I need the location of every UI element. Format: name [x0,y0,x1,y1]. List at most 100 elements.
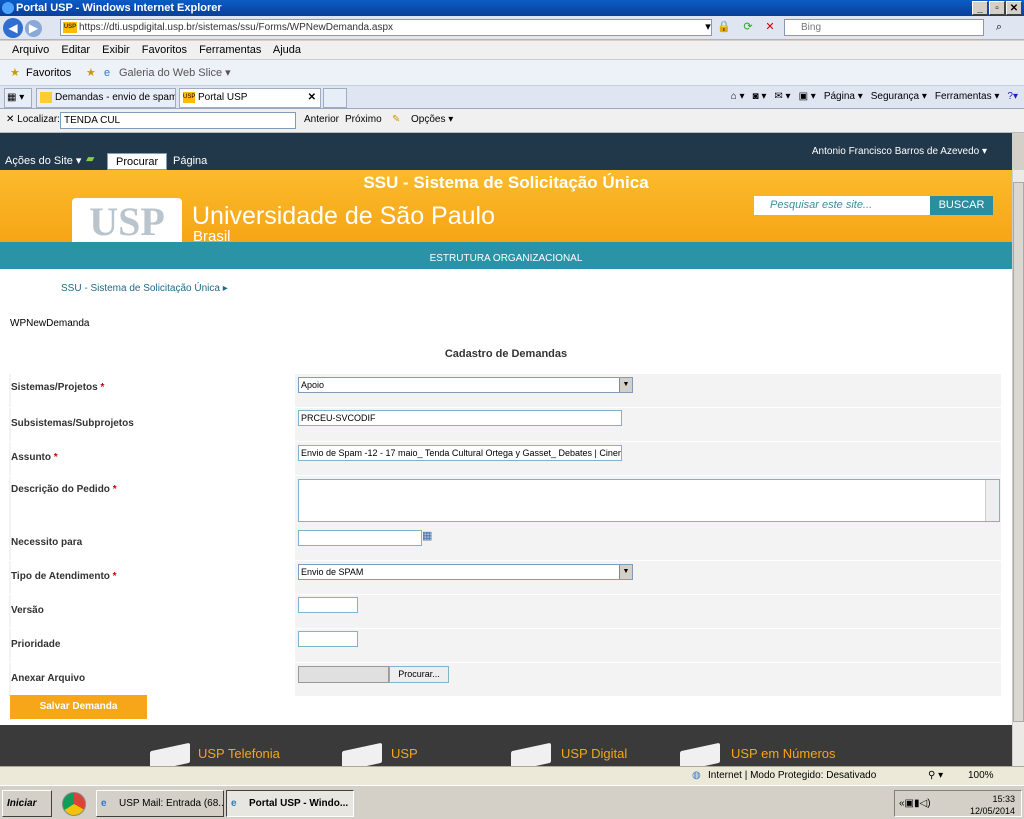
favorites-star-icon: ★ [10,67,20,79]
start-button[interactable]: Iniciar [2,790,52,817]
form-title: Cadastro de Demandas [444,348,568,360]
field-label: Descrição do Pedido * [11,476,295,527]
new-tab-button[interactable] [323,88,347,108]
back-button[interactable]: ◀ [3,18,23,38]
home-icon[interactable]: ⌂ ▾ [731,88,745,106]
footer-link-usp[interactable]: USP [391,746,418,761]
assunto-input[interactable]: Envio de Spam -12 - 17 maio_ Tenda Cultu… [298,445,622,461]
form-row-sistemas: Sistemas/Projetos * Apoio ▼ [9,374,1001,407]
page-scrollbar[interactable] [1012,170,1024,766]
menu-arquivo[interactable]: Arquivo [12,44,49,56]
minimize-button[interactable]: _ [972,1,988,15]
tab-browse[interactable]: Procurar [107,153,168,170]
add-favorite-icon[interactable]: ★ [86,60,96,86]
close-button[interactable]: ✕ [1006,1,1022,15]
footer-link-numeros[interactable]: USP em Números [731,746,836,761]
breadcrumb[interactable]: SSU - Sistema de Solicitação Única ▸ [61,283,228,294]
edit-page-icon[interactable]: ▰ [86,152,94,165]
find-options-button[interactable]: Opções ▾ [411,109,453,131]
menu-ajuda[interactable]: Ajuda [273,44,301,56]
phone-icon [150,742,190,766]
zoom-level[interactable]: 100% [968,767,994,785]
command-bar: ⌂ ▾ ◙ ▾ ✉ ▾ ▣ ▾ Página ▾ Segurança ▾ Fer… [731,88,1018,106]
feeds-icon[interactable]: ◙ ▾ [753,88,767,106]
chevron-down-icon: ▼ [619,565,632,579]
versao-input[interactable] [298,597,358,613]
prioridade-label: Prioridade [11,639,61,650]
taskbar: Iniciar e USP Mail: Entrada (68... e Por… [0,785,1024,819]
site-search-button[interactable]: BUSCAR [930,196,993,215]
people-icon [680,742,720,766]
address-dropdown-icon[interactable]: ▾ [700,19,716,36]
forward-button[interactable]: ▶ [25,20,42,37]
tray-icons[interactable]: «▣▮◁) [899,798,931,810]
search-input[interactable]: Bing [784,19,984,36]
browse-file-button[interactable]: Procurar... [389,666,449,683]
scrollbar-thumb[interactable] [1013,182,1024,722]
print-icon[interactable]: ▣ ▾ [799,88,816,106]
save-demand-button[interactable]: Salvar Demanda [10,695,147,719]
descricao-textarea[interactable] [298,479,1000,522]
favorites-button[interactable]: Favoritos [26,60,71,86]
highlight-icon[interactable]: ✎ [392,109,400,131]
find-bar: ✕ Localizar: TENDA CUL Anterior Próximo … [0,109,1024,133]
site-ribbon: Ações do Site ▾ ▰ Procurar Página Antoni… [0,133,1012,170]
ie-icon: e [101,798,107,809]
required-mark: * [53,452,58,463]
usp-logo[interactable]: USP [72,198,182,242]
subsistemas-input[interactable]: PRCEU-SVCODIF [298,410,622,426]
menu-ferramentas[interactable]: Ferramentas [199,44,261,56]
close-tab-icon[interactable]: ✕ [308,89,316,107]
taskbar-item-usp-mail[interactable]: e USP Mail: Entrada (68... [96,790,224,817]
search-icon[interactable]: ⌕ [990,19,1008,36]
tipo-value: Envio de SPAM [301,567,364,577]
refresh-icon[interactable]: ⟳ [740,19,756,36]
page-menu[interactable]: Página ▾ [824,88,863,106]
file-path-input[interactable] [298,666,389,683]
favorites-bar: ★ Favoritos ★ e Galeria do Web Slice ▾ [0,60,1024,86]
find-label[interactable]: ✕ Localizar: [6,109,60,131]
find-next-button[interactable]: Próximo [345,109,382,131]
quick-tabs-button[interactable]: ▦ ▾ [4,88,32,108]
tab-portal-usp[interactable]: USP Portal USP ✕ [179,88,321,108]
zoom-icon[interactable]: ⚲ ▾ [928,767,943,785]
menu-favoritos[interactable]: Favoritos [142,44,187,56]
site-favicon: USP [63,22,77,33]
help-icon[interactable]: ?▾ [1007,88,1018,106]
chrome-icon[interactable] [62,792,86,816]
necessito-date-input[interactable] [298,530,422,546]
textarea-scrollbar[interactable] [985,480,999,521]
maximize-button[interactable]: ▫ [989,1,1005,15]
system-title: SSU - Sistema de Solicitação Única [363,173,649,192]
safety-menu[interactable]: Segurança ▾ [871,88,927,106]
taskbar-item-portal-usp[interactable]: e Portal USP - Windo... [226,790,354,817]
globe-icon: ◍ [692,770,701,781]
find-previous-button[interactable]: Anterior [304,109,339,131]
nav-estrutura[interactable]: ESTRUTURA ORGANIZACIONAL [0,242,1012,269]
security-zone[interactable]: Internet | Modo Protegido: Desativado [708,767,876,785]
user-menu[interactable]: Antonio Francisco Barros de Azevedo ▾ [812,146,987,157]
tab-page[interactable]: Página [165,153,215,170]
menu-exibir[interactable]: Exibir [102,44,130,56]
anexar-label: Anexar Arquivo [11,673,86,684]
stop-icon[interactable]: ✕ [762,19,778,36]
web-slice-gallery[interactable]: Galeria do Web Slice ▾ [119,60,231,86]
address-bar[interactable]: USP https://dti.uspdigital.usp.br/sistem… [60,19,712,36]
footer-link-telefonia[interactable]: USP Telefonia [198,746,280,761]
find-input[interactable]: TENDA CUL [60,112,296,129]
mail-icon[interactable]: ✉ ▾ [774,88,790,106]
lock-icon[interactable]: 🔒 [716,19,732,36]
tools-menu[interactable]: Ferramentas ▾ [935,88,999,106]
footer-link-digital[interactable]: USP Digital [561,746,627,761]
site-actions-menu[interactable]: Ações do Site ▾ [5,154,81,167]
calendar-icon[interactable]: ▦ [422,529,432,542]
prioridade-input[interactable] [298,631,358,647]
address-row: ◀ ▶ USP https://dti.uspdigital.usp.br/si… [0,16,1024,40]
required-mark: * [112,484,117,495]
necessito-label: Necessito para [11,537,83,548]
site-search-input[interactable]: Pesquisar este site... [754,196,930,215]
tipo-select[interactable]: Envio de SPAM ▼ [298,564,633,580]
menu-editar[interactable]: Editar [61,44,90,56]
sistemas-select[interactable]: Apoio ▼ [298,377,633,393]
tab-demandas[interactable]: Demandas - envio de spam:... [36,88,176,108]
